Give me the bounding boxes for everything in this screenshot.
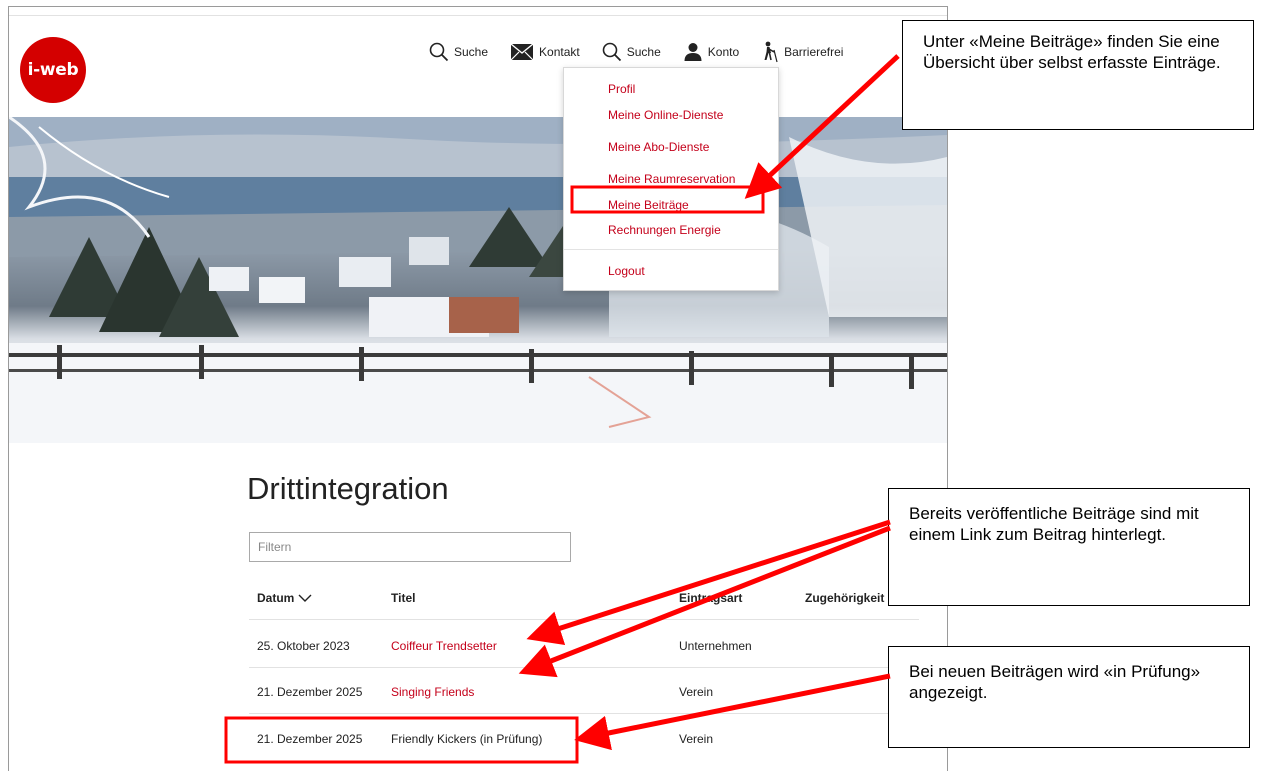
top-navigation: Suche Kontakt Suche Konto Barrierefrei bbox=[429, 37, 865, 67]
nav-contact[interactable]: Kontakt bbox=[510, 43, 580, 61]
nav-accessibility[interactable]: Barrierefrei bbox=[761, 41, 843, 63]
browser-viewport: i-web Suche Kontakt Suche Konto Barriere… bbox=[8, 6, 948, 771]
table-row-divider bbox=[249, 713, 919, 714]
nav-accessibility-label: Barrierefrei bbox=[784, 45, 844, 59]
nav-account-label: Konto bbox=[707, 45, 740, 59]
column-header-belonging[interactable]: Zugehörigkeit bbox=[805, 591, 884, 605]
nav-account[interactable]: Konto bbox=[683, 42, 739, 62]
column-header-date-label: Datum bbox=[257, 591, 295, 605]
menu-item-abo-dienste[interactable]: Meine Abo-Dienste bbox=[608, 140, 709, 154]
menu-item-rechnungen-energie[interactable]: Rechnungen Energie bbox=[608, 223, 721, 237]
winter-landscape-illustration bbox=[9, 117, 947, 443]
nav-search[interactable]: Suche bbox=[429, 42, 488, 62]
account-dropdown-menu: Profil Meine Online-Dienste Meine Abo-Di… bbox=[563, 67, 779, 291]
nav-search-label: Suche bbox=[454, 45, 489, 59]
menu-divider bbox=[564, 249, 778, 250]
header-divider bbox=[9, 15, 947, 16]
logo-text: i-web bbox=[27, 60, 79, 80]
callout-in-pruefung: Bei neuen Beiträgen wird «in Prüfung» an… bbox=[888, 646, 1250, 748]
envelope-icon bbox=[510, 43, 534, 61]
table-row-divider bbox=[249, 667, 919, 668]
column-header-date[interactable]: Datum bbox=[257, 591, 312, 605]
table-header-divider bbox=[249, 619, 919, 620]
callout-published-links: Bereits veröffentliche Beiträge sind mit… bbox=[888, 488, 1250, 606]
row-1-date: 25. Oktober 2023 bbox=[257, 639, 350, 653]
row-2-date: 21. Dezember 2025 bbox=[257, 685, 363, 699]
row-2-title-link[interactable]: Singing Friends bbox=[391, 685, 474, 699]
site-logo[interactable]: i-web bbox=[20, 37, 86, 103]
search-icon bbox=[429, 42, 449, 62]
menu-item-meine-beitraege[interactable]: Meine Beiträge bbox=[608, 198, 689, 212]
row-2-type: Verein bbox=[679, 685, 714, 699]
row-1-title-link[interactable]: Coiffeur Trendsetter bbox=[391, 639, 497, 653]
search-icon bbox=[602, 42, 621, 62]
page-title: Drittintegration bbox=[247, 471, 449, 506]
menu-item-logout[interactable]: Logout bbox=[608, 264, 645, 278]
menu-item-online-dienste[interactable]: Meine Online-Dienste bbox=[608, 108, 723, 122]
nav-search-2[interactable]: Suche bbox=[602, 42, 661, 62]
row-3-type: Verein bbox=[679, 732, 714, 746]
filter-input[interactable] bbox=[249, 532, 571, 562]
row-1-type: Unternehmen bbox=[679, 639, 752, 653]
nav-search-2-label: Suche bbox=[626, 45, 661, 59]
row-3-title: Friendly Kickers (in Prüfung) bbox=[391, 732, 543, 746]
menu-item-raumreservation[interactable]: Meine Raumreservation bbox=[608, 172, 735, 186]
menu-item-profil[interactable]: Profil bbox=[608, 82, 635, 96]
callout-meine-beitraege: Unter «Meine Beiträge» finden Sie eine Ü… bbox=[902, 20, 1254, 130]
chevron-down-icon bbox=[298, 594, 312, 602]
column-header-type[interactable]: Eintragsart bbox=[679, 591, 742, 605]
nav-contact-label: Kontakt bbox=[539, 45, 580, 59]
hero-image bbox=[9, 117, 947, 443]
accessibility-icon bbox=[764, 41, 778, 63]
row-3-date: 21. Dezember 2025 bbox=[257, 732, 363, 746]
column-header-title[interactable]: Titel bbox=[391, 591, 415, 605]
user-icon bbox=[684, 43, 702, 61]
